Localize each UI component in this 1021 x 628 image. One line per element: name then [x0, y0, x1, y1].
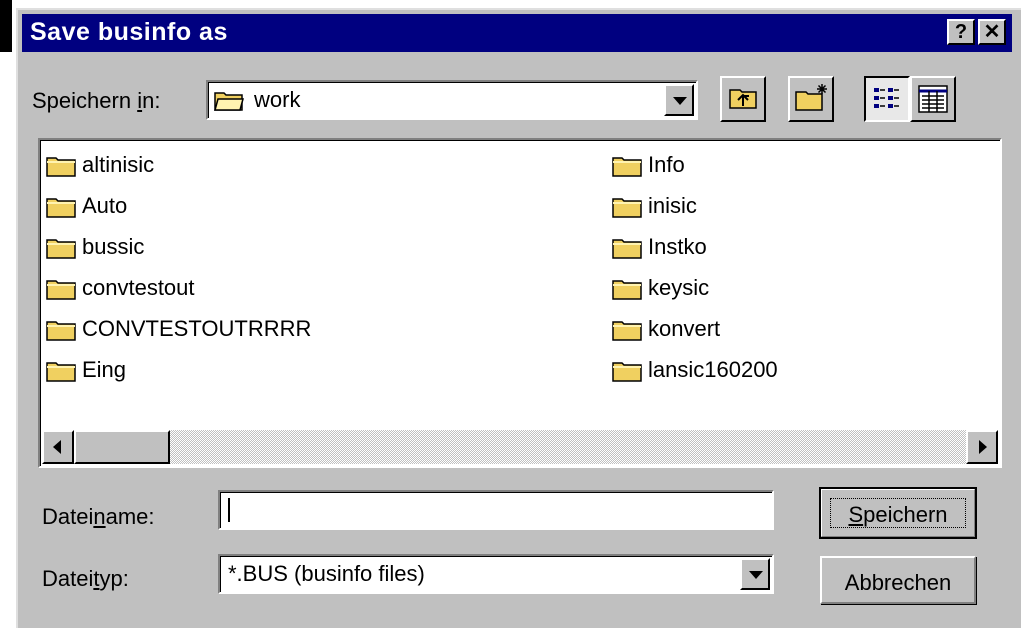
- folder-name: CONVTESTOUTRRRR: [82, 316, 312, 341]
- filetype-value: *.BUS (businfo files): [228, 561, 425, 586]
- file-list[interactable]: altinisic Auto bussic convtestout CONVTE…: [38, 138, 1002, 468]
- folder-icon: [46, 157, 76, 177]
- folder-icon: [612, 362, 642, 382]
- folder-name: lansic160200: [648, 357, 778, 382]
- folder-name: Info: [648, 152, 685, 177]
- details-view-icon: [918, 85, 948, 113]
- folder-icon: [46, 362, 76, 382]
- folder-name: keysic: [648, 275, 710, 300]
- scroll-left-button[interactable]: [42, 430, 74, 464]
- dialog-title: Save businfo as: [30, 18, 228, 46]
- save-in-dropdown-button[interactable]: [664, 84, 694, 116]
- folder-icon: [612, 239, 642, 259]
- background-window-edge: [0, 0, 12, 52]
- create-new-folder-icon: [795, 84, 827, 111]
- filename-label: Dateiname:: [42, 504, 155, 529]
- save-button[interactable]: Speichern: [819, 487, 977, 539]
- folder-name: Instko: [648, 234, 707, 259]
- folder-icon: [612, 321, 642, 341]
- save-in-value: work: [254, 87, 301, 112]
- folder-icon: [46, 321, 76, 341]
- folder-icon: [612, 157, 642, 177]
- filetype-dropdown-button[interactable]: [740, 558, 770, 590]
- folder-icon: [46, 280, 76, 300]
- open-folder-icon: [214, 92, 244, 111]
- close-icon: ✕: [983, 21, 1001, 43]
- folder-name: bussic: [82, 234, 145, 259]
- list-view-button[interactable]: [864, 76, 910, 122]
- list-view-icon: [874, 88, 899, 108]
- save-as-dialog: Save businfo as ? ✕ Speichern in: work a…: [16, 8, 1021, 628]
- folder-name: inisic: [648, 193, 697, 218]
- scroll-thumb[interactable]: [74, 430, 170, 464]
- folder-name: altinisic: [82, 152, 155, 177]
- up-one-level-icon: [729, 89, 757, 109]
- folder-icon: [612, 280, 642, 300]
- help-button[interactable]: ?: [947, 19, 975, 45]
- folder-name: konvert: [648, 316, 721, 341]
- folder-icon: [612, 198, 642, 218]
- details-view-button[interactable]: [910, 76, 956, 122]
- folder-name: Auto: [82, 193, 128, 218]
- folder-icon: [46, 198, 76, 218]
- save-in-label: Speichern in:: [32, 88, 161, 113]
- close-button[interactable]: ✕: [978, 19, 1006, 45]
- folder-icon: [46, 239, 76, 259]
- filename-input[interactable]: [218, 490, 774, 530]
- horizontal-scrollbar[interactable]: [42, 430, 998, 464]
- save-in-combo[interactable]: work: [206, 80, 698, 120]
- folder-name: Eing: [82, 357, 127, 382]
- text-caret: [228, 498, 230, 522]
- help-icon: ?: [954, 21, 968, 43]
- folder-name: convtestout: [82, 275, 195, 300]
- cancel-button[interactable]: Abbrechen: [820, 556, 976, 604]
- up-one-level-button[interactable]: [720, 76, 766, 122]
- title-bar: Save businfo as ? ✕: [22, 14, 1012, 52]
- filetype-label: Dateityp:: [42, 566, 129, 591]
- scroll-right-button[interactable]: [966, 430, 998, 464]
- create-new-folder-button[interactable]: [788, 76, 834, 122]
- cancel-button-label: Abbrechen: [844, 570, 952, 595]
- filetype-select[interactable]: *.BUS (businfo files): [218, 554, 774, 594]
- save-button-label: Speichern: [848, 502, 948, 527]
